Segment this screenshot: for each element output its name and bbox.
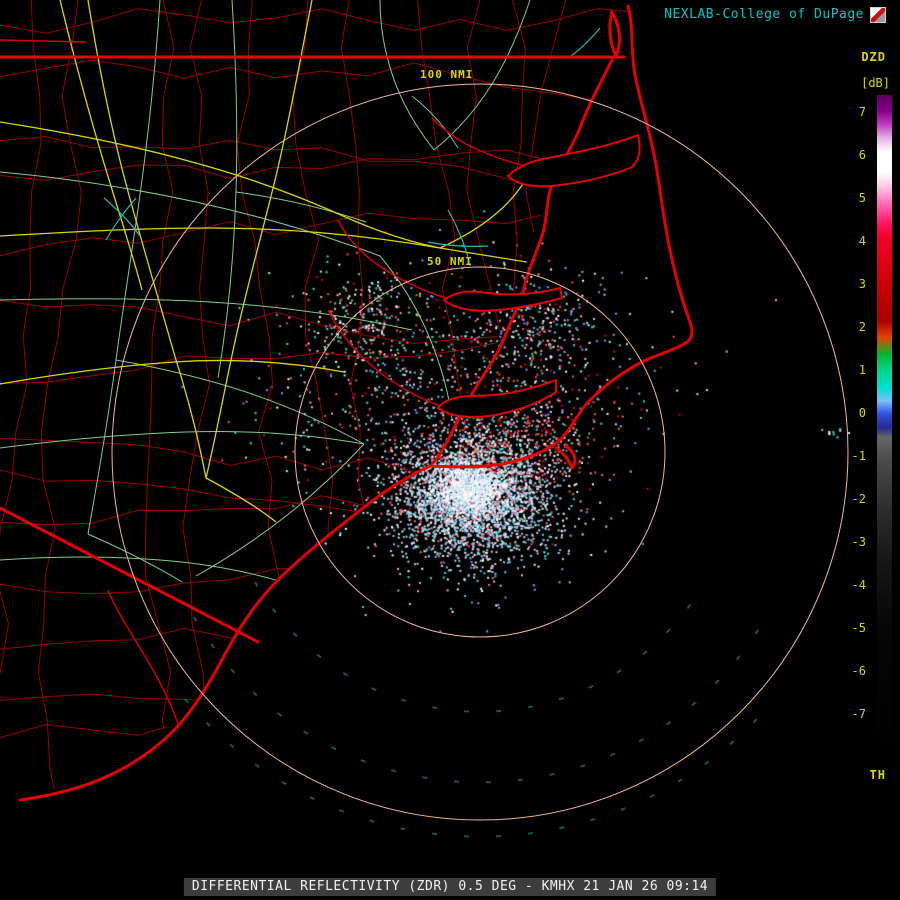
colorbar-gradient [877, 95, 892, 760]
pamlico-river [442, 286, 564, 312]
neuse-river [436, 378, 557, 418]
cape-lookout-hook [554, 444, 577, 470]
south-coast [18, 464, 432, 802]
colorbar-threshold-label: TH [869, 768, 886, 782]
colorbar-product-label: DZD [861, 50, 886, 64]
sea-clutter-arcs [184, 581, 776, 838]
range-ring-label-50nmi: 50 NMI [427, 255, 473, 268]
range-ring-50nmi [294, 266, 666, 638]
base-map [0, 0, 849, 838]
header-title: NEXLAB-College of DuPage [664, 7, 864, 22]
range-ring-label-100nmi: 100 NMI [420, 68, 474, 81]
highway-roads [0, 0, 561, 523]
product-caption: DIFFERENTIAL REFLECTIVITY (ZDR) 0.5 DEG … [183, 878, 717, 896]
range-rings [111, 83, 849, 821]
local-roads [103, 27, 601, 267]
currituck-spit [608, 10, 621, 58]
colorbar-unit-label: [dB] [861, 76, 890, 90]
radar-display-app: NEXLAB-College of DuPage DZD [dB] 765432… [0, 0, 900, 900]
cod-logo-icon [870, 7, 886, 23]
state-border-south [0, 506, 260, 644]
coastline-and-borders [0, 4, 694, 802]
range-ring-100nmi [111, 83, 849, 821]
